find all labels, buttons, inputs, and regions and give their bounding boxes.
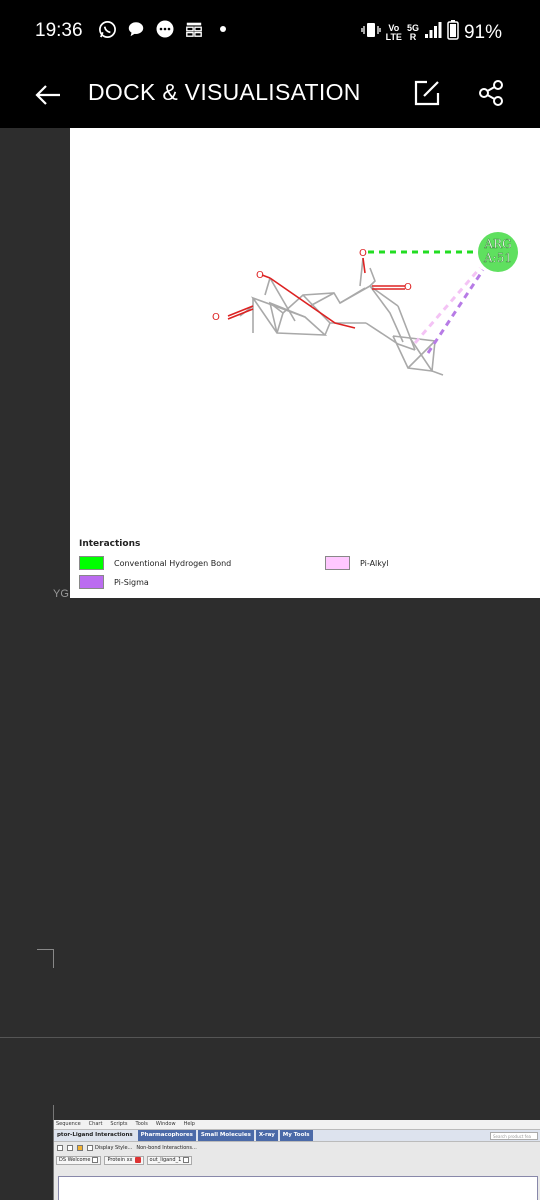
ds-non-bond: Non-bond Interactions... xyxy=(136,1145,197,1151)
share-button[interactable] xyxy=(477,79,505,109)
image-content: O O O O ARG A:51 Interactions Convention… xyxy=(0,128,540,1200)
edit-button[interactable] xyxy=(413,79,441,109)
residue-label-line2: A:51 xyxy=(483,251,512,265)
whatsapp-icon xyxy=(97,19,117,39)
ds-doc-tab: Protein xx xyxy=(104,1155,144,1165)
edit-icon xyxy=(414,80,440,106)
atom-oxygen-3: O xyxy=(359,248,367,259)
legend-item-pi-sigma: Pi-Sigma xyxy=(79,575,149,589)
ds-toolbar-icon xyxy=(57,1145,63,1151)
messages-icon xyxy=(155,19,175,39)
ds-tab: My Tools xyxy=(279,1130,313,1141)
background-partial-label: YG xyxy=(53,588,69,600)
ds-toolbar-icon xyxy=(77,1145,83,1151)
vibrate-icon xyxy=(360,21,381,45)
ds-display-style-icon xyxy=(87,1145,93,1151)
interaction-diagram: O O O O ARG A:51 Interactions Convention… xyxy=(70,128,540,598)
atom-oxygen-4: O xyxy=(404,282,412,293)
ds-menu-item: Tools xyxy=(135,1121,148,1127)
app-bar: DOCK & VISUALISATION xyxy=(0,62,540,128)
arrow-left-icon xyxy=(35,85,60,105)
pi-sigma-line xyxy=(426,269,485,354)
ds-toolbar: Display Style... Non-bond Interactions..… xyxy=(54,1142,540,1154)
share-icon xyxy=(479,80,503,106)
atom-oxygen-1: O xyxy=(256,270,264,281)
legend-label-hbond: Conventional Hydrogen Bond xyxy=(114,558,232,568)
volte-indicator: Vo LTE xyxy=(385,23,402,42)
grid-notification-icon xyxy=(184,19,204,39)
divider-line xyxy=(0,1037,540,1038)
residue-label-line1: ARG xyxy=(483,237,511,251)
ds-menu-item: Sequence xyxy=(56,1121,81,1127)
legend-swatch-pi-alkyl xyxy=(325,556,350,570)
legend-swatch-hbond xyxy=(79,556,104,570)
ds-menu-item: Window xyxy=(155,1121,176,1127)
ds-tab: Pharmacophores xyxy=(137,1130,196,1141)
page-title: DOCK & VISUALISATION xyxy=(88,79,361,105)
legend-swatch-pi-sigma xyxy=(79,575,104,589)
ds-menu-item: Chart xyxy=(88,1121,103,1127)
ds-doc-tab: out_ligand_1 xyxy=(146,1155,193,1165)
chat-bubble-icon xyxy=(126,19,146,39)
status-right: Vo LTE 5G R 91% xyxy=(360,20,502,46)
ds-tab: ptor-Ligand Interactions xyxy=(57,1132,133,1138)
corner-mark xyxy=(37,949,54,968)
legend-label-pi-alkyl: Pi-Alkyl xyxy=(360,558,389,568)
legend-item-hbond: Conventional Hydrogen Bond xyxy=(79,556,231,570)
ds-canvas xyxy=(58,1176,538,1200)
signal-icon xyxy=(424,21,442,45)
ligand-bonds xyxy=(239,257,444,376)
status-time: 19:36 xyxy=(35,20,83,41)
ds-tab-bar: ptor-Ligand Interactions Pharmacophores … xyxy=(54,1129,540,1142)
ds-tab: Small Molecules xyxy=(197,1130,254,1141)
ds-search-field: Search product fea xyxy=(490,1131,538,1140)
legend-title: Interactions xyxy=(79,539,141,549)
ds-window-snippet: Sequence Chart Scripts Tools Window Help… xyxy=(54,1120,540,1200)
battery-percent: 91% xyxy=(463,22,502,43)
molecule-drawing: O O O O ARG A:51 xyxy=(212,232,518,376)
pi-alkyl-line xyxy=(413,267,482,344)
notification-icons xyxy=(97,19,233,39)
ds-doc-tab: DS Welcome xyxy=(56,1155,102,1165)
legend-label-pi-sigma: Pi-Sigma xyxy=(114,577,149,587)
battery-icon xyxy=(447,20,459,46)
ds-menu-item: Help xyxy=(183,1121,195,1127)
ds-document-tabs: DS Welcome Protein xx out_ligand_1 xyxy=(54,1154,540,1166)
ds-display-style: Display Style... xyxy=(87,1145,132,1151)
status-bar: 19:36 Vo LTE 5G R 91% xyxy=(0,0,540,62)
ds-menu-bar: Sequence Chart Scripts Tools Window Help xyxy=(54,1120,540,1129)
ds-menu-item: Scripts xyxy=(110,1121,128,1127)
ds-tab: X-ray xyxy=(255,1130,278,1141)
back-button[interactable] xyxy=(33,80,63,110)
5g-indicator: 5G R xyxy=(406,23,419,42)
dot-icon xyxy=(213,19,233,39)
legend-item-pi-alkyl: Pi-Alkyl xyxy=(325,556,389,570)
ds-toolbar-icon xyxy=(67,1145,73,1151)
atom-oxygen-2: O xyxy=(212,312,220,323)
